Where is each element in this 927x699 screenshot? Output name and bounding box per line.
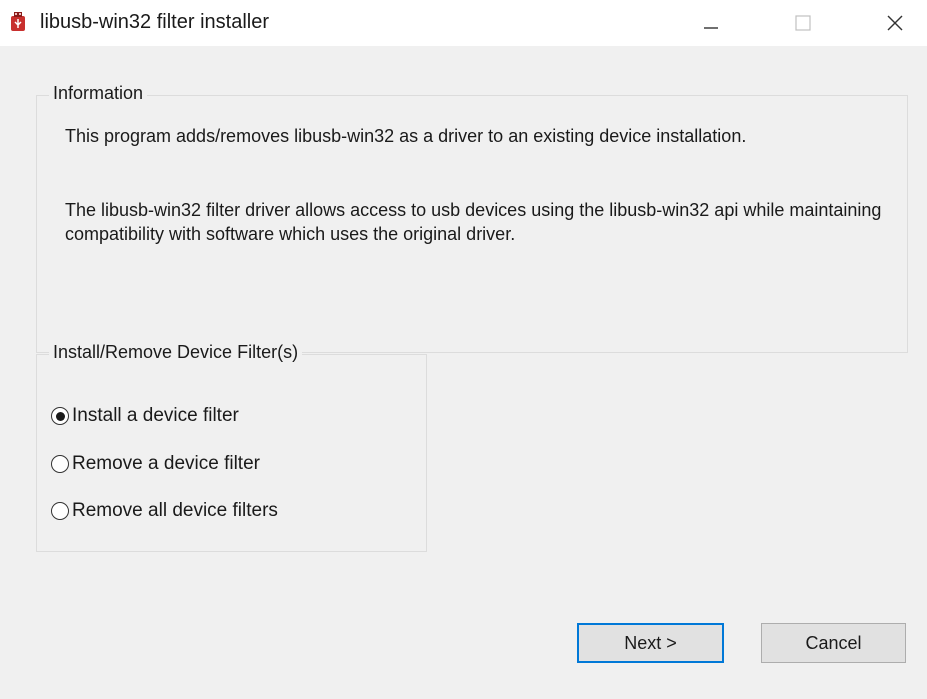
information-paragraph-2: The libusb-win32 filter driver allows ac… xyxy=(65,200,882,244)
information-paragraph-1: This program adds/removes libusb-win32 a… xyxy=(65,126,747,146)
title-bar[interactable]: libusb-win32 filter installer xyxy=(0,0,927,46)
remove-all-filters-option[interactable]: Remove all device filters xyxy=(51,498,278,524)
next-button[interactable]: Next > xyxy=(577,623,724,663)
cancel-button[interactable]: Cancel xyxy=(761,623,906,663)
remove-all-filters-label: Remove all device filters xyxy=(72,500,278,521)
dialog-body: Information This program adds/removes li… xyxy=(0,46,927,699)
information-groupbox: Information This program adds/removes li… xyxy=(36,83,908,353)
radio-button[interactable] xyxy=(51,455,69,473)
close-icon xyxy=(887,15,903,31)
usb-plug-icon xyxy=(11,12,25,31)
install-filter-option[interactable]: Install a device filter xyxy=(51,403,239,429)
minimize-icon xyxy=(704,27,718,29)
minimize-button[interactable] xyxy=(680,0,742,46)
maximize-icon xyxy=(795,15,811,31)
information-legend: Information xyxy=(49,83,148,104)
radio-button-selected[interactable] xyxy=(51,407,69,425)
maximize-button[interactable] xyxy=(772,0,834,46)
radio-dot-icon xyxy=(55,411,65,421)
install-filter-label: Install a device filter xyxy=(72,405,239,426)
remove-filter-option[interactable]: Remove a device filter xyxy=(51,451,260,477)
device-filter-legend: Install/Remove Device Filter(s) xyxy=(49,342,303,363)
radio-button[interactable] xyxy=(51,502,69,520)
close-button[interactable] xyxy=(864,0,926,46)
remove-filter-label: Remove a device filter xyxy=(72,453,260,474)
device-filter-groupbox: Install/Remove Device Filter(s) Install … xyxy=(36,342,427,552)
window-title: libusb-win32 filter installer xyxy=(40,11,269,33)
